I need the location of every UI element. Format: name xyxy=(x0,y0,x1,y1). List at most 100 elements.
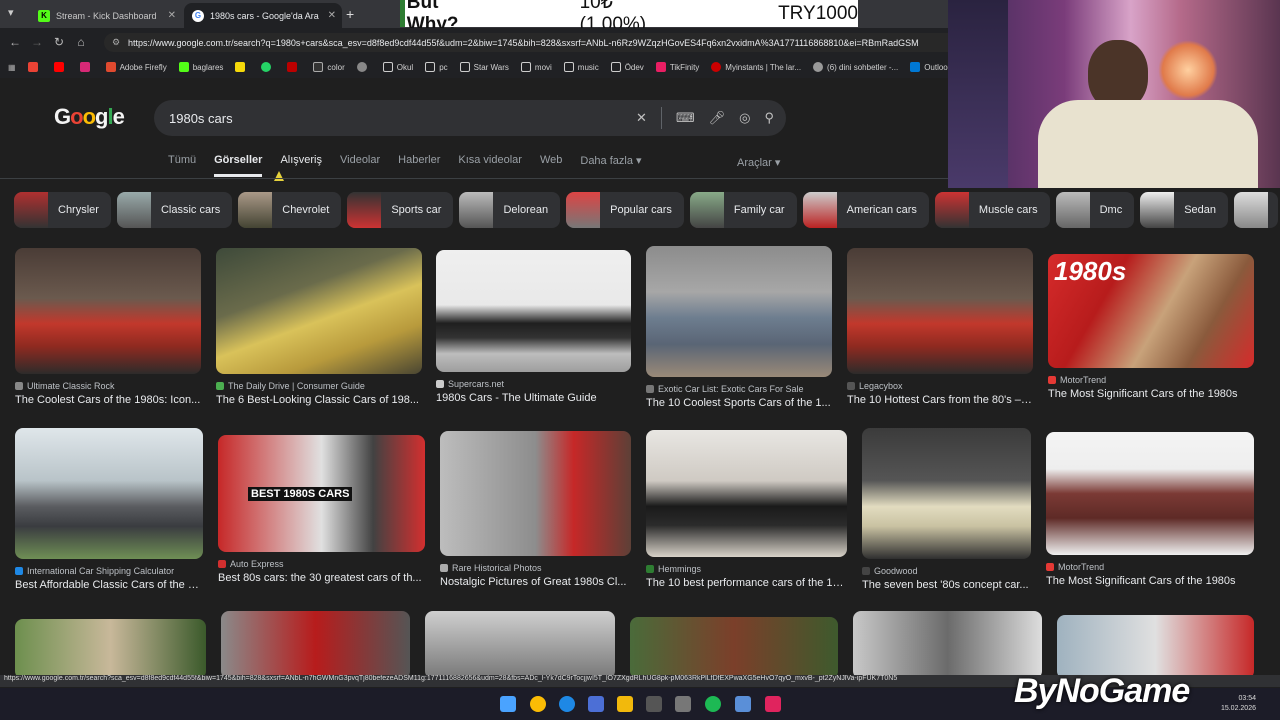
edge-icon[interactable] xyxy=(559,696,575,712)
chip-muscle-cars[interactable]: Muscle cars xyxy=(934,192,1050,228)
result-title[interactable]: The 10 Coolest Sports Cars of the 1... xyxy=(646,397,832,409)
result-image[interactable] xyxy=(425,611,615,679)
image-result[interactable]: The Daily Drive | Consumer Guide The 6 B… xyxy=(216,248,422,406)
camera-search-icon[interactable]: ◎ xyxy=(739,110,750,126)
image-result[interactable]: MotorTrend The Most Significant Cars of … xyxy=(1046,432,1254,587)
bookmark-baglares[interactable]: baglares xyxy=(178,62,223,72)
result-image[interactable] xyxy=(646,430,847,557)
apps-icon[interactable]: ▦ xyxy=(8,63,16,72)
chip-classic-cars[interactable]: Classic cars xyxy=(116,192,233,228)
image-result[interactable] xyxy=(853,611,1042,679)
result-image[interactable] xyxy=(862,428,1031,559)
result-title[interactable]: The 6 Best-Looking Classic Cars of 198..… xyxy=(216,394,422,406)
result-image[interactable] xyxy=(15,619,206,679)
app-icon[interactable] xyxy=(735,696,751,712)
result-image[interactable] xyxy=(1057,615,1254,679)
chip-sedan[interactable]: Sedan xyxy=(1140,192,1229,228)
result-image[interactable] xyxy=(15,428,203,559)
image-result[interactable] xyxy=(630,617,838,679)
spotify-icon[interactable] xyxy=(705,696,721,712)
image-result[interactable]: Ultimate Classic Rock The Coolest Cars o… xyxy=(15,248,201,406)
tab-shopping[interactable]: Alışveriş xyxy=(280,154,322,177)
result-title[interactable]: The Coolest Cars of the 1980s: Icon... xyxy=(15,394,201,406)
start-icon[interactable] xyxy=(500,696,516,712)
store-icon[interactable] xyxy=(588,696,604,712)
result-image[interactable] xyxy=(1046,432,1254,555)
google-logo[interactable]: Google xyxy=(54,104,125,130)
bookmark-color[interactable]: color xyxy=(313,62,345,72)
image-result[interactable]: Exotic Car List: Exotic Cars For Sale Th… xyxy=(646,246,832,409)
new-tab-button[interactable]: + xyxy=(346,6,354,22)
image-result[interactable]: Hemmings The 10 best performance cars of… xyxy=(646,430,847,589)
bookmark-pc[interactable]: pc xyxy=(425,62,448,72)
bookmark-adobe-firefly[interactable]: Adobe Firefly xyxy=(105,62,167,72)
bookmark-s[interactable] xyxy=(235,62,249,72)
tab-more[interactable]: Daha fazla ▾ xyxy=(580,154,641,177)
result-title[interactable]: Best Affordable Classic Cars of the 1... xyxy=(15,579,203,591)
bookmark-outlook[interactable]: Outlook xyxy=(910,62,948,72)
tab-news[interactable]: Haberler xyxy=(398,154,440,177)
bookmark-tikfinity[interactable]: TikFinity xyxy=(655,62,699,72)
tab-kick-dashboard[interactable]: K Stream - Kick Dashboard ✕ xyxy=(30,3,182,28)
result-image[interactable] xyxy=(216,248,422,374)
app-icon[interactable] xyxy=(646,696,662,712)
result-title[interactable]: Best 80s cars: the 30 greatest cars of t… xyxy=(218,572,425,584)
result-title[interactable]: The 10 best performance cars of the 19..… xyxy=(646,577,847,589)
image-result[interactable] xyxy=(15,619,206,679)
chip-american-cars[interactable]: American cars xyxy=(802,192,929,228)
clock[interactable]: 03:54 15.02.2026 xyxy=(1221,694,1256,714)
result-image[interactable] xyxy=(440,431,631,556)
app-icon[interactable] xyxy=(675,696,691,712)
bookmark-okul[interactable]: Okul xyxy=(382,62,413,72)
bookmark-dini-sohbetler[interactable]: (6) dini sohbetler -... xyxy=(813,62,898,72)
bookmark-myinstants[interactable]: Myinstants | The lar... xyxy=(711,62,801,72)
bookmark-gmail[interactable] xyxy=(27,62,42,72)
chip-sports-car[interactable]: Sports car xyxy=(347,192,454,228)
search-icon[interactable]: ⚲ xyxy=(764,110,774,126)
chip-family-car[interactable]: Family car xyxy=(689,192,797,228)
image-result[interactable]: Goodwood The seven best '80s concept car… xyxy=(862,428,1031,591)
chip-delorean[interactable]: Delorean xyxy=(459,192,561,228)
chrome-icon[interactable] xyxy=(530,696,546,712)
result-image[interactable]: 1980s xyxy=(1048,254,1254,368)
bookmark-youtube[interactable] xyxy=(53,62,68,72)
bookmark-instagram[interactable] xyxy=(79,62,94,72)
result-image[interactable] xyxy=(15,248,201,374)
result-title[interactable]: Nostalgic Pictures of Great 1980s Cl... xyxy=(440,576,631,588)
image-result[interactable]: International Car Shipping Calculator Be… xyxy=(15,428,203,591)
tab-videos[interactable]: Videolar xyxy=(340,154,380,177)
result-image[interactable] xyxy=(436,250,631,372)
result-image[interactable] xyxy=(853,611,1042,679)
bookmark-globe[interactable] xyxy=(356,62,371,72)
reload-icon[interactable]: ↻ xyxy=(48,35,70,49)
bookmark-star-wars[interactable]: Star Wars xyxy=(459,62,509,72)
tab-google-search[interactable]: G 1980s cars - Google'da Ara ✕ xyxy=(184,3,342,28)
address-bar[interactable]: ⚙ https://www.google.com.tr/search?q=198… xyxy=(104,33,948,52)
close-icon[interactable]: ✕ xyxy=(328,10,336,21)
tools-button[interactable]: Araçlar ▾ xyxy=(737,156,780,169)
bookmark-odev[interactable]: Ödev xyxy=(610,62,644,72)
chip-dmc[interactable]: Dmc xyxy=(1055,192,1135,228)
home-icon[interactable]: ⌂ xyxy=(70,35,92,49)
search-input[interactable]: 1980s cars ✕ ⌨ 🎤︎ ◎ ⚲ xyxy=(154,100,786,136)
image-result[interactable]: BEST 1980S CARS Auto Express Best 80s ca… xyxy=(218,435,425,584)
chip-more[interactable] xyxy=(1234,192,1279,228)
tab-search-icon[interactable]: ▾ xyxy=(8,6,14,19)
result-title[interactable]: The seven best '80s concept car... xyxy=(862,579,1031,591)
image-result[interactable] xyxy=(1057,615,1254,679)
chip-popular-cars[interactable]: Popular cars xyxy=(566,192,684,228)
chip-chevrolet[interactable]: Chevrolet xyxy=(238,192,342,228)
image-result[interactable]: Rare Historical Photos Nostalgic Picture… xyxy=(440,431,631,588)
result-image[interactable] xyxy=(646,246,832,377)
result-image[interactable]: BEST 1980S CARS xyxy=(218,435,425,552)
file-explorer-icon[interactable] xyxy=(617,696,633,712)
app-icon[interactable] xyxy=(765,696,781,712)
bookmark-whatsapp[interactable] xyxy=(261,62,275,72)
chip-chrysler[interactable]: Chrysler xyxy=(14,192,111,228)
close-icon[interactable]: ✕ xyxy=(168,10,176,21)
site-info-icon[interactable]: ⚙ xyxy=(112,37,120,48)
image-result[interactable]: Legacybox The 10 Hottest Cars from the 8… xyxy=(847,248,1033,406)
clear-icon[interactable]: ✕ xyxy=(636,110,647,126)
forward-icon[interactable]: → xyxy=(26,35,48,49)
back-icon[interactable]: ← xyxy=(4,35,26,49)
